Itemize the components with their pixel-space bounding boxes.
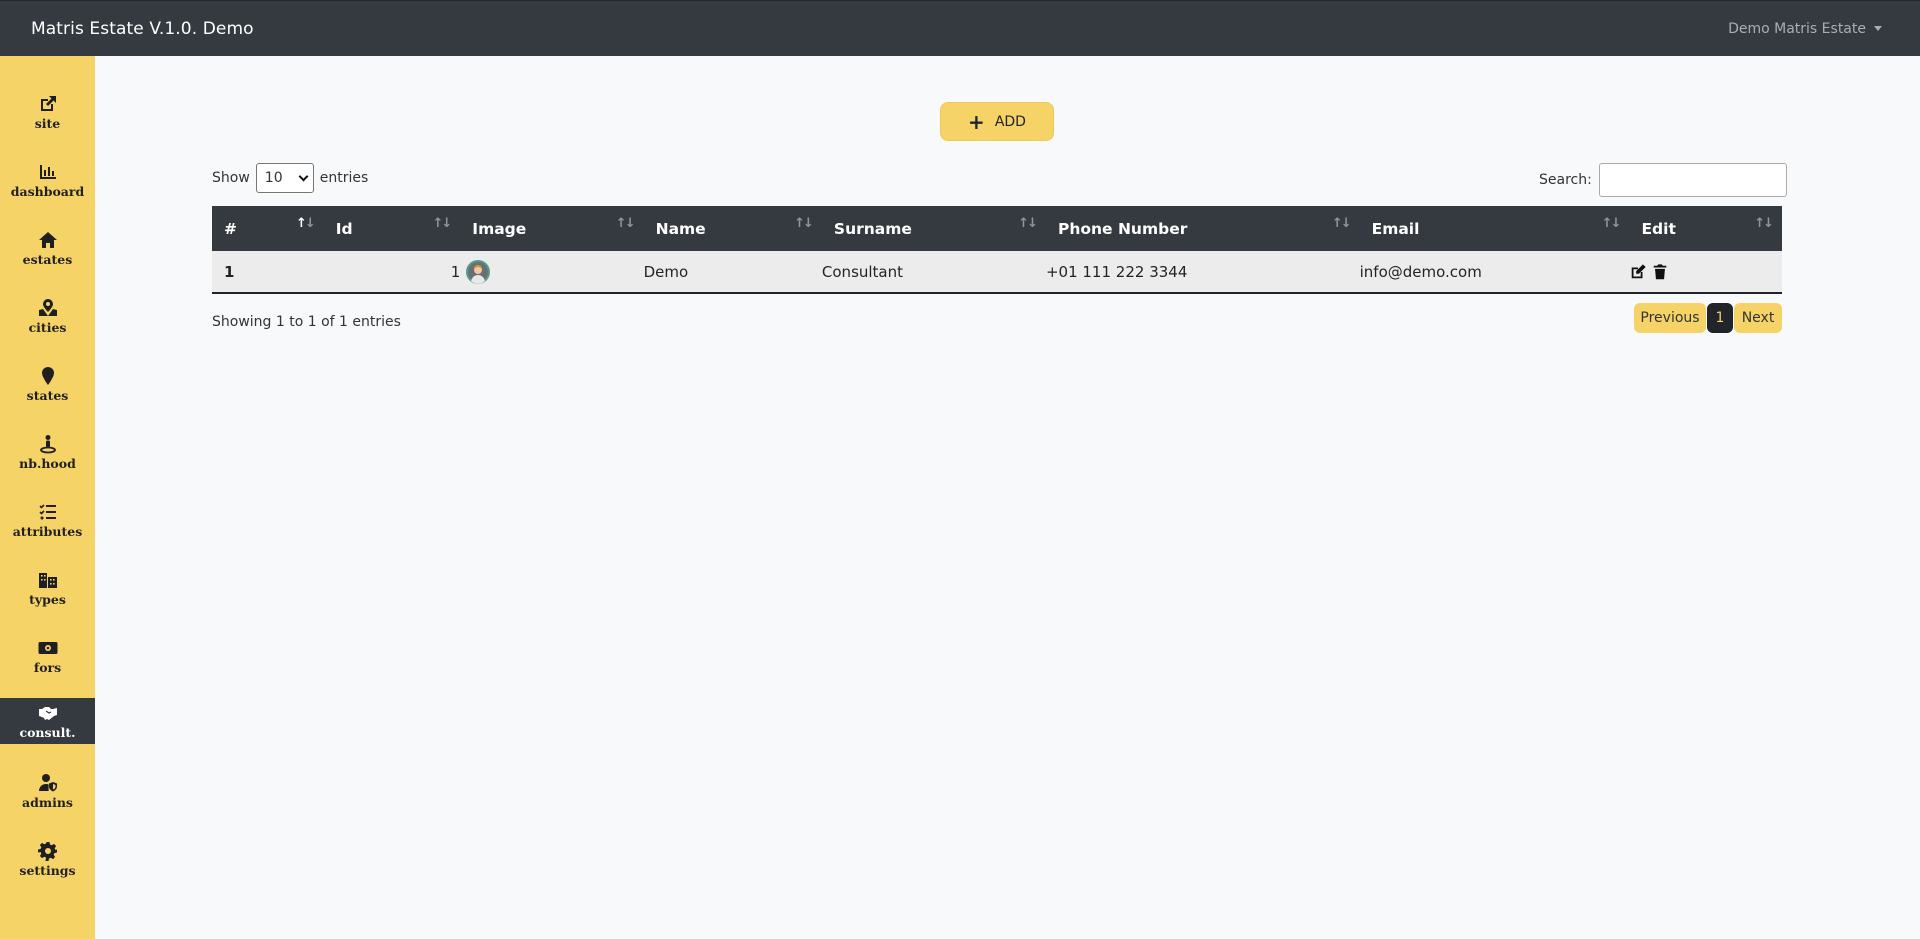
sidebar-item-label: consult. bbox=[19, 725, 76, 740]
trash-icon[interactable] bbox=[1651, 263, 1669, 281]
sidebar-item-types[interactable]: types bbox=[0, 565, 95, 611]
show-label: Show bbox=[212, 170, 250, 186]
user-menu[interactable]: Demo Matris Estate bbox=[1728, 21, 1882, 37]
cell-image bbox=[460, 251, 644, 294]
search-input[interactable] bbox=[1598, 163, 1787, 197]
sort-icon: ↑↓ bbox=[1331, 216, 1352, 231]
column-header-label: Phone Number bbox=[1057, 219, 1188, 238]
consultants-table: # ↑↓ Id ↑↓ Image ↑↓ Name ↑↓ Surname ↑↓ Phone … bbox=[212, 206, 1782, 294]
sidebar-item-label: estates bbox=[22, 252, 73, 267]
sidebar-item-nbhood[interactable]: nb.hood bbox=[0, 429, 95, 475]
sidebar-item-settings[interactable]: settings bbox=[0, 836, 95, 882]
sort-icon: ↑↓ bbox=[794, 216, 814, 231]
pagination: Previous 1 Next bbox=[1634, 303, 1782, 333]
entries-label: entries bbox=[319, 170, 369, 186]
chart-icon bbox=[39, 165, 56, 179]
buildings-icon bbox=[38, 573, 57, 588]
external-link-icon bbox=[40, 96, 56, 111]
home-icon bbox=[38, 232, 57, 248]
column-header-surname[interactable]: Surname ↑↓ bbox=[821, 206, 1046, 251]
sort-icon: ↑↓ bbox=[615, 216, 636, 231]
column-header-edit[interactable]: Edit ↑↓ bbox=[1629, 206, 1782, 251]
page-length-value: 10 bbox=[264, 170, 283, 186]
page-button-1[interactable]: 1 bbox=[1707, 303, 1733, 333]
sidebar-item-label: states bbox=[26, 388, 69, 403]
column-header-id[interactable]: Id ↑↓ bbox=[323, 206, 461, 251]
column-header-num[interactable]: # ↑↓ bbox=[212, 206, 324, 251]
sidebar-item-cities[interactable]: cities bbox=[0, 293, 95, 339]
avatar-icon bbox=[466, 259, 491, 284]
sidebar-item-label: attributes bbox=[12, 524, 83, 539]
marker-icon bbox=[41, 367, 54, 385]
sidebar-item-dashboard[interactable]: dashboard bbox=[0, 157, 95, 203]
sidebar-item-consult[interactable]: consult. bbox=[0, 698, 95, 744]
sidebar-item-label: fors bbox=[33, 660, 62, 675]
column-header-image[interactable]: Image ↑↓ bbox=[460, 206, 644, 251]
handshake-icon bbox=[38, 707, 57, 720]
column-header-label: Id bbox=[335, 219, 353, 238]
sort-icon: ↑↓ bbox=[1018, 216, 1038, 231]
column-header-label: Name bbox=[655, 219, 706, 238]
next-button[interactable]: Next bbox=[1734, 303, 1782, 333]
cell-num: 1 bbox=[212, 251, 324, 294]
search-label: Search: bbox=[1539, 172, 1592, 188]
cell-id: 1 bbox=[323, 251, 461, 294]
page-length-control: Show 10 entries bbox=[212, 163, 368, 193]
column-header-label: Email bbox=[1371, 219, 1420, 238]
sidebar-item-label: dashboard bbox=[10, 184, 85, 199]
map-pin-icon bbox=[38, 299, 57, 316]
previous-button[interactable]: Previous bbox=[1634, 303, 1706, 333]
column-header-label: # bbox=[224, 219, 237, 238]
search-control: Search: bbox=[1539, 163, 1787, 197]
gear-icon bbox=[37, 842, 57, 861]
checklist-icon bbox=[38, 504, 56, 520]
sidebar-item-label: cities bbox=[28, 320, 67, 335]
table-header-row: # ↑↓ Id ↑↓ Image ↑↓ Name ↑↓ Surname ↑↓ Phone … bbox=[212, 206, 1782, 251]
sidebar-item-attributes[interactable]: attributes bbox=[0, 497, 95, 543]
sort-icon: ↑↓ bbox=[432, 216, 453, 231]
edit-icon[interactable] bbox=[1629, 263, 1647, 281]
sidebar-item-states[interactable]: states bbox=[0, 361, 95, 407]
sort-icon: ↑↓ bbox=[1601, 216, 1622, 231]
add-button-label: ADD bbox=[994, 113, 1026, 130]
user-shield-icon bbox=[38, 774, 57, 792]
cell-edit bbox=[1629, 251, 1782, 294]
column-header-label: Surname bbox=[833, 219, 912, 238]
cell-phone: +01 111 222 3344 bbox=[1045, 251, 1360, 294]
sidebar-item-admins[interactable]: admins bbox=[0, 768, 95, 814]
table-info: Showing 1 to 1 of 1 entries bbox=[212, 314, 401, 330]
sort-icon: ↑↓ bbox=[1754, 216, 1774, 231]
plus-icon: + bbox=[968, 109, 985, 134]
person-pin-icon bbox=[39, 435, 56, 454]
sidebar-item-label: admins bbox=[22, 795, 73, 810]
sidebar-item-fors[interactable]: fors bbox=[0, 633, 95, 679]
sort-icon: ↑↓ bbox=[295, 216, 316, 231]
cell-email: info@demo.com bbox=[1359, 251, 1630, 294]
row-actions bbox=[1629, 263, 1782, 281]
sidebar-item-site[interactable]: site bbox=[0, 89, 95, 135]
cell-surname: Consultant bbox=[821, 251, 1046, 294]
sidebar-item-label: types bbox=[29, 592, 66, 607]
sidebar-item-estates[interactable]: estates bbox=[0, 225, 95, 271]
add-button[interactable]: + ADD bbox=[940, 102, 1054, 141]
user-menu-label: Demo Matris Estate bbox=[1728, 20, 1866, 37]
column-header-phone[interactable]: Phone Number ↑↓ bbox=[1045, 206, 1360, 251]
sidebar-item-label: nb.hood bbox=[19, 456, 76, 471]
top-navbar: Matris Estate V.1.0. Demo Demo Matris Es… bbox=[0, 0, 1920, 56]
sidebar-item-label: site bbox=[34, 116, 61, 131]
column-header-label: Image bbox=[472, 219, 527, 238]
caret-down-icon bbox=[1874, 26, 1882, 31]
cell-name: Demo bbox=[643, 251, 822, 294]
chevron-down-icon bbox=[298, 171, 309, 181]
column-header-email[interactable]: Email ↑↓ bbox=[1359, 206, 1630, 251]
sidebar: site dashboard estates cities states nb.… bbox=[0, 56, 95, 939]
column-header-name[interactable]: Name ↑↓ bbox=[643, 206, 822, 251]
table-row: 1 1 Demo Consultant +01 111 222 3344 inf… bbox=[212, 251, 1782, 294]
sidebar-item-label: settings bbox=[19, 863, 76, 878]
money-icon bbox=[38, 642, 57, 654]
page-length-select[interactable]: 10 bbox=[255, 163, 314, 193]
app-title[interactable]: Matris Estate V.1.0. Demo bbox=[31, 19, 254, 39]
column-header-label: Edit bbox=[1641, 219, 1676, 238]
